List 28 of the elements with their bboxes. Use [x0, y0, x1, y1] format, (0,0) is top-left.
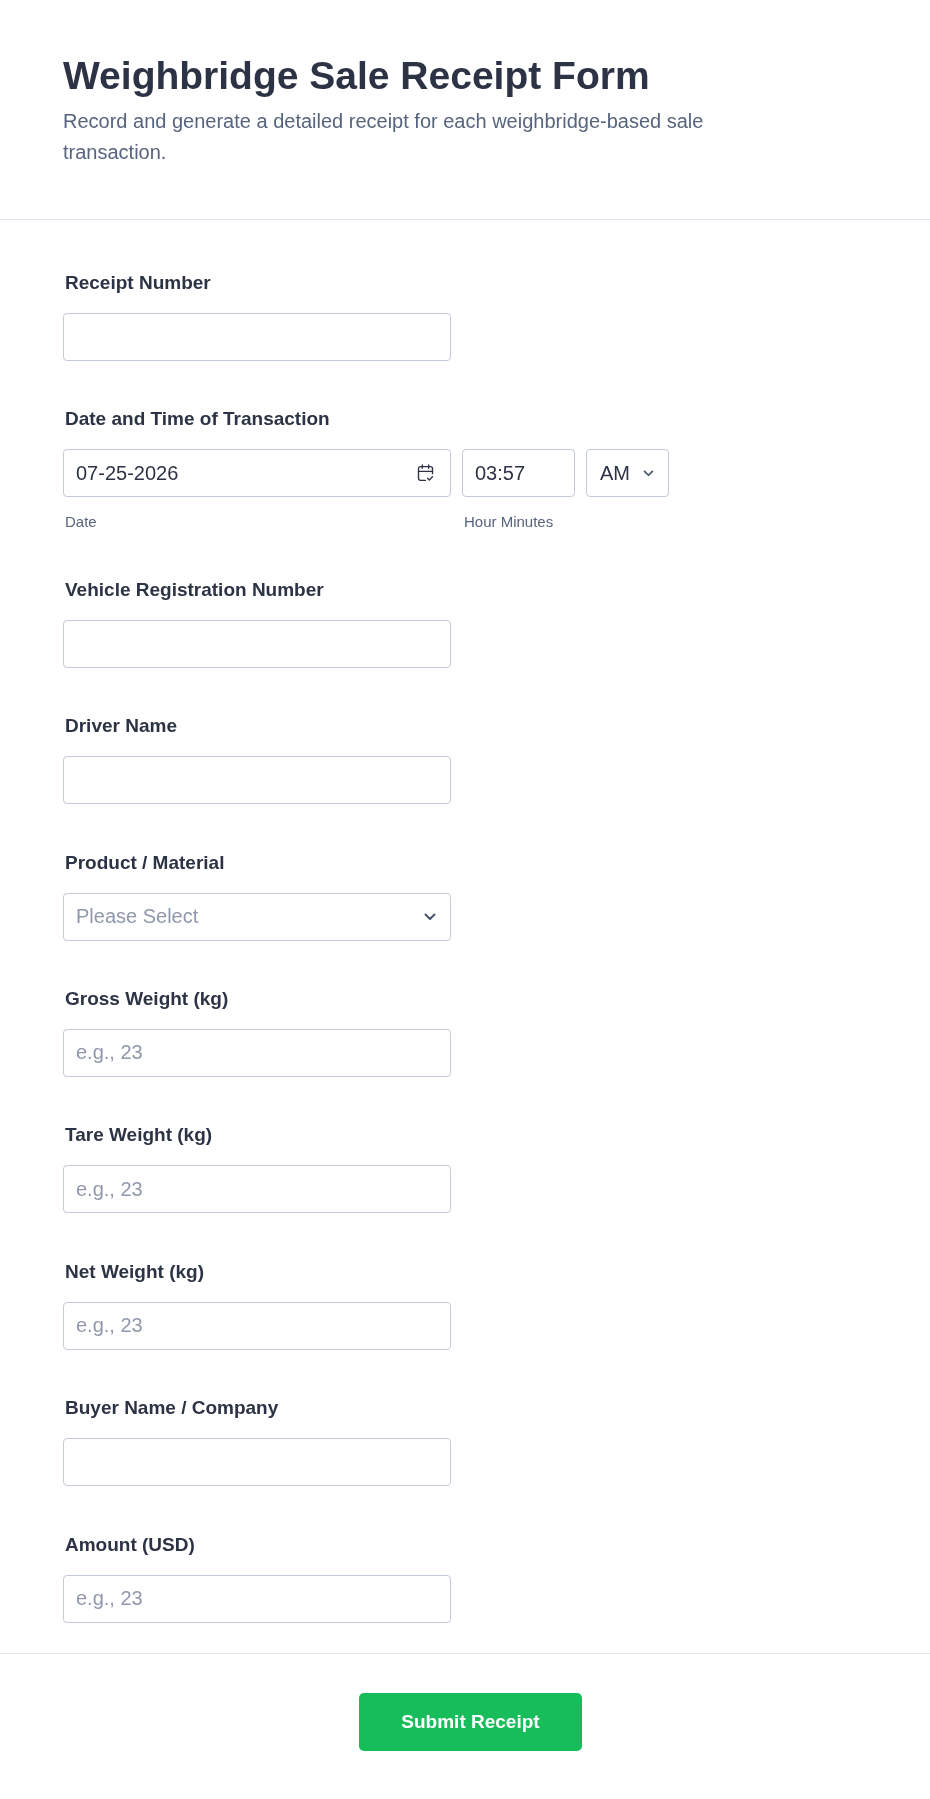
field-label: Receipt Number — [64, 273, 211, 293]
sublabel: Date — [64, 513, 97, 532]
text-input[interactable]: e.g., 23 — [63, 1574, 451, 1623]
field-label: Driver Name — [64, 716, 177, 737]
form-description: Record and generate a detailed receipt for each weighbridge-based sale transaction. — [63, 109, 705, 165]
field-label: Net Weight (kg) — [64, 1261, 204, 1282]
field-label: Gross Weight (kg) — [64, 988, 229, 1009]
text-input[interactable] — [63, 313, 451, 361]
text-input[interactable] — [63, 619, 451, 668]
field-label: Buyer Name / Company — [64, 1398, 279, 1419]
chevron-down-icon — [424, 912, 436, 921]
am-pm-dropdown[interactable]: AM — [586, 449, 669, 498]
chevron-down-icon — [643, 469, 654, 477]
text-input[interactable]: e.g., 23 — [63, 1165, 451, 1214]
form-title: Weighbridge Sale Receipt Form — [63, 53, 650, 99]
field-label: Tare Weight (kg) — [64, 1125, 213, 1146]
field-label: Date and Time of Transaction — [64, 409, 330, 430]
text-input[interactable]: e.g., 23 — [63, 1028, 451, 1077]
field-label: Vehicle Registration Number — [64, 579, 324, 600]
field-label: Amount (USD) — [64, 1534, 195, 1555]
sublabel: Hour Minutes — [463, 513, 554, 532]
text-input[interactable] — [63, 756, 451, 805]
field-label: Product / Material — [64, 852, 225, 873]
calendar-icon — [417, 464, 434, 483]
date-input[interactable]: 07-25-2026 — [63, 449, 451, 498]
text-input[interactable] — [63, 1438, 451, 1487]
text-input[interactable]: e.g., 23 — [63, 1301, 451, 1350]
time-input[interactable]: 03:57 — [462, 449, 575, 498]
